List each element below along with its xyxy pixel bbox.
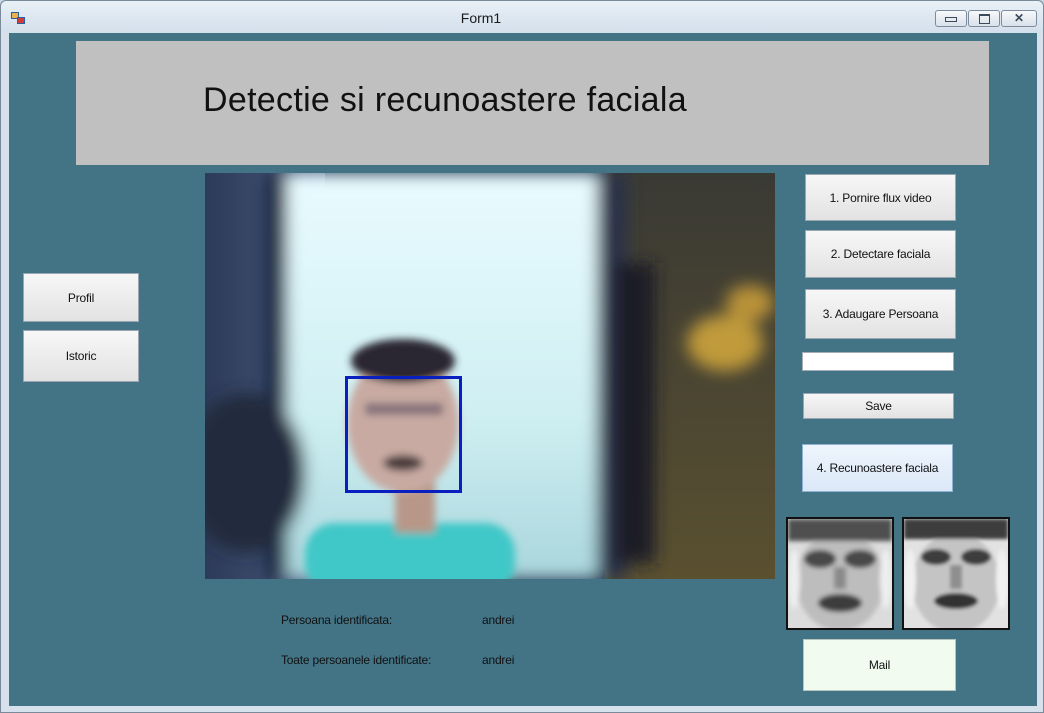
detect-face-button[interactable]: 2. Detectare faciala <box>805 230 956 278</box>
save-button[interactable]: Save <box>803 393 954 419</box>
detected-face-thumbnail <box>786 517 894 630</box>
add-person-button[interactable]: 3. Adaugare Persoana <box>805 289 956 339</box>
maximize-icon <box>978 14 990 24</box>
close-button[interactable]: ✕ <box>1001 10 1037 27</box>
form-client-area: Detectie si recunoastere faciala Profil … <box>9 33 1037 706</box>
identified-person-value: andrei <box>482 613 515 627</box>
header-panel: Detectie si recunoastere faciala <box>76 41 989 165</box>
all-identified-label: Toate persoanele identificate: <box>281 653 432 667</box>
face-detection-box <box>345 376 462 493</box>
detected-face-image <box>788 519 892 628</box>
recognized-face-thumbnail <box>902 517 1010 630</box>
minimize-button[interactable] <box>935 10 967 27</box>
recognized-face-image <box>904 519 1008 628</box>
minimize-icon <box>945 17 957 22</box>
person-name-input[interactable] <box>802 352 954 371</box>
maximize-button[interactable] <box>968 10 1000 27</box>
all-identified-value: andrei <box>482 653 515 667</box>
window-title: Form1 <box>460 10 502 26</box>
recognize-face-button[interactable]: 4. Recunoastere faciala <box>802 444 953 492</box>
close-icon: ✕ <box>1013 11 1025 25</box>
video-feed <box>205 173 775 579</box>
start-video-button[interactable]: 1. Pornire flux video <box>805 174 956 221</box>
mail-button[interactable]: Mail <box>803 639 956 691</box>
history-button[interactable]: Istoric <box>23 330 139 382</box>
identified-person-label: Persoana identificata: <box>281 613 393 627</box>
page-title: Detectie si recunoastere faciala <box>203 81 687 119</box>
title-bar[interactable]: Form1 ✕ <box>1 1 1043 33</box>
camera-frame-image <box>205 173 775 579</box>
app-window: Form1 ✕ Detectie si recunoastere faciala… <box>0 0 1044 713</box>
profile-button[interactable]: Profil <box>23 273 139 322</box>
